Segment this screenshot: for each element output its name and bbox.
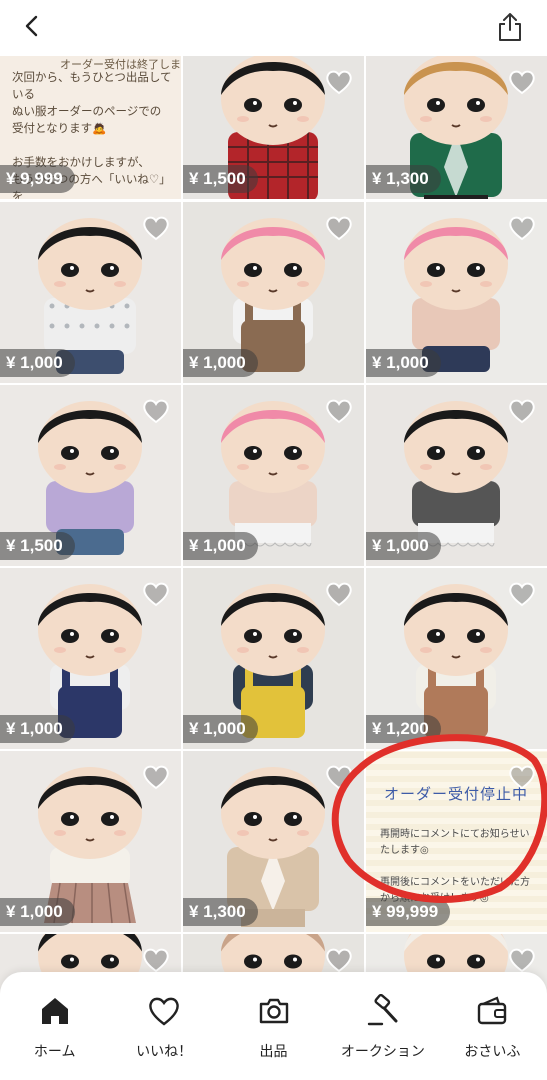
product-tile[interactable]: ¥ 1,000 [183, 568, 364, 749]
like-heart-icon[interactable] [141, 214, 171, 242]
nav-label: おさいふ [464, 1043, 521, 1059]
price-label: ¥ 1,000 [0, 898, 75, 926]
like-heart-icon[interactable] [324, 946, 354, 974]
chevron-left-icon [25, 15, 38, 37]
app-root: オーダー受付は終了しま 次回から、もうひとつ出品している ぬい服オーダーのページ… [0, 0, 547, 1080]
like-heart-icon[interactable] [507, 763, 537, 791]
like-heart-icon[interactable] [324, 763, 354, 791]
like-heart-icon[interactable] [324, 580, 354, 608]
share-icon [499, 13, 521, 41]
product-tile[interactable]: ¥ 1,000 [0, 751, 181, 932]
product-tile[interactable]: ¥ 1,000 [366, 385, 547, 566]
like-heart-icon[interactable] [507, 68, 537, 96]
like-heart-icon[interactable] [507, 397, 537, 425]
price-label: ¥ 9,999 [0, 165, 75, 193]
gavel-icon [366, 993, 400, 1033]
nav-item-gavel[interactable]: オークション [328, 972, 437, 1080]
back-button[interactable] [14, 8, 50, 44]
wallet-icon [475, 994, 509, 1033]
top-bar [0, 0, 547, 56]
like-heart-icon[interactable] [141, 580, 171, 608]
price-label: ¥ 1,000 [366, 532, 441, 560]
price-label: ¥ 1,500 [183, 165, 258, 193]
like-heart-icon[interactable] [507, 214, 537, 242]
nav-label: オークション [340, 1043, 425, 1059]
price-label: ¥ 1,000 [0, 349, 75, 377]
home-icon [38, 994, 72, 1033]
like-heart-icon[interactable] [324, 214, 354, 242]
price-label: ¥ 1,000 [366, 349, 441, 377]
price-label: ¥ 1,300 [366, 165, 441, 193]
like-heart-icon[interactable] [507, 580, 537, 608]
nav-item-camera[interactable]: 出品 [219, 972, 328, 1080]
price-label: ¥ 1,000 [183, 715, 258, 743]
price-label: ¥ 1,000 [183, 532, 258, 560]
product-tile[interactable]: オーダー受付は終了しま 次回から、もうひとつ出品している ぬい服オーダーのページ… [0, 56, 181, 199]
like-heart-icon[interactable] [141, 946, 171, 974]
nav-label: 出品 [259, 1043, 288, 1059]
camera-icon [257, 994, 291, 1033]
product-tile[interactable]: ¥ 1,500 [183, 56, 364, 199]
product-tile[interactable]: ¥ 1,000 [0, 202, 181, 383]
product-tile[interactable]: ¥ 1,000 [183, 202, 364, 383]
price-label: ¥ 99,999 [366, 898, 451, 926]
like-heart-icon[interactable] [324, 397, 354, 425]
bottom-navigation: ホーム いいね！ 出品 オークション おさいふ [0, 972, 547, 1080]
like-heart-icon[interactable] [324, 68, 354, 96]
product-tile[interactable]: ¥ 1,500 [0, 385, 181, 566]
price-label: ¥ 1,000 [183, 349, 258, 377]
nav-item-home[interactable]: ホーム [0, 972, 109, 1080]
closed-text: 再開時にコメントにてお知らせい たします◎ 再開後にコメントをいただいた方 から… [380, 829, 530, 904]
product-tile[interactable]: オーダー受付停止中 再開時にコメントにてお知らせい たします◎ 再開後にコメント… [366, 751, 547, 932]
product-tile[interactable]: ¥ 1,200 [366, 568, 547, 749]
product-tile[interactable]: ¥ 1,000 [0, 568, 181, 749]
share-button[interactable] [493, 10, 527, 44]
price-label: ¥ 1,300 [183, 898, 258, 926]
product-tile[interactable]: ¥ 1,000 [366, 202, 547, 383]
product-tile[interactable]: ¥ 1,300 [183, 751, 364, 932]
like-heart-icon[interactable] [507, 946, 537, 974]
price-label: ¥ 1,000 [0, 715, 75, 743]
like-heart-icon[interactable] [141, 763, 171, 791]
heart-icon [147, 994, 181, 1033]
nav-label: ホーム [33, 1043, 76, 1059]
product-tile[interactable]: ¥ 1,300 [366, 56, 547, 199]
price-label: ¥ 1,200 [366, 715, 441, 743]
price-label: ¥ 1,500 [0, 532, 75, 560]
nav-item-heart[interactable]: いいね！ [109, 972, 218, 1080]
like-heart-icon[interactable] [141, 397, 171, 425]
nav-item-wallet[interactable]: おさいふ [438, 972, 547, 1080]
product-tile[interactable]: ¥ 1,000 [183, 385, 364, 566]
nav-label: いいね！ [136, 1043, 193, 1059]
